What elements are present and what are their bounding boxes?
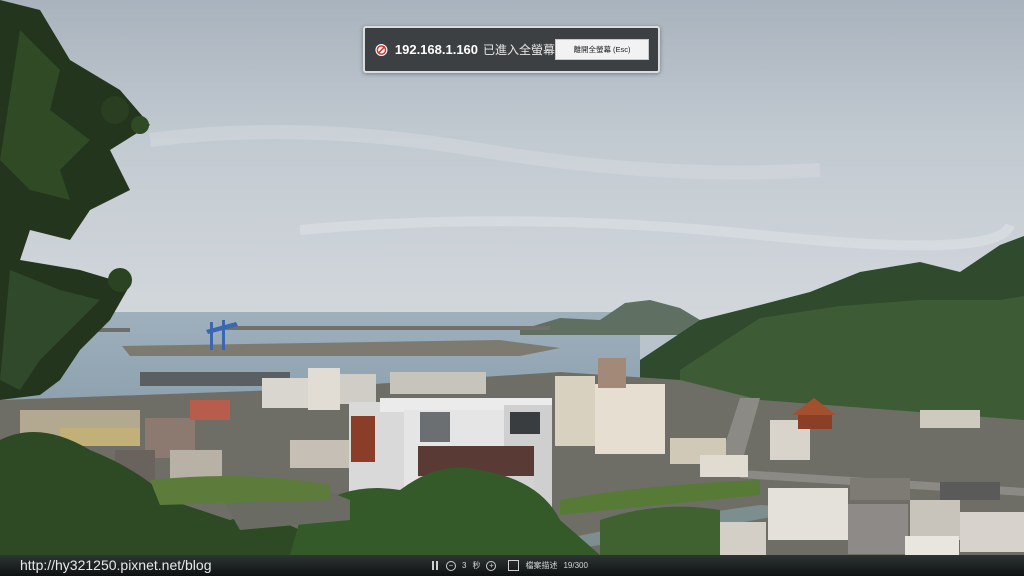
fullscreen-host: 192.168.1.160 (394, 42, 479, 57)
pause-icon[interactable] (432, 561, 440, 570)
interval-unit: 秒 (472, 561, 481, 570)
exit-fullscreen-button[interactable]: 離開全螢幕 (Esc) (555, 39, 649, 60)
blog-watermark: http://hy321250.pixnet.net/blog (20, 557, 212, 573)
minus-icon[interactable]: − (446, 560, 456, 571)
fullscreen-notification: 192.168.1.160 已進入全螢幕 離開全螢幕 (Esc) (363, 26, 660, 73)
no-entry-icon (375, 43, 388, 56)
plus-icon[interactable]: + (486, 560, 497, 571)
slideshow-controls: − 3 秒 + 檔案描述 19/300 (432, 559, 588, 572)
harbor-landscape-photo (0, 0, 1024, 555)
checkbox-icon[interactable] (508, 560, 520, 571)
interval-value: 3 (462, 561, 467, 570)
description-toggle-label[interactable]: 檔案描述 (525, 560, 557, 571)
slideshow-footer: http://hy321250.pixnet.net/blog − 3 秒 + … (0, 555, 1024, 576)
fullscreen-message: 已進入全螢幕 (483, 43, 556, 57)
photo-counter: 19/300 (563, 561, 588, 570)
